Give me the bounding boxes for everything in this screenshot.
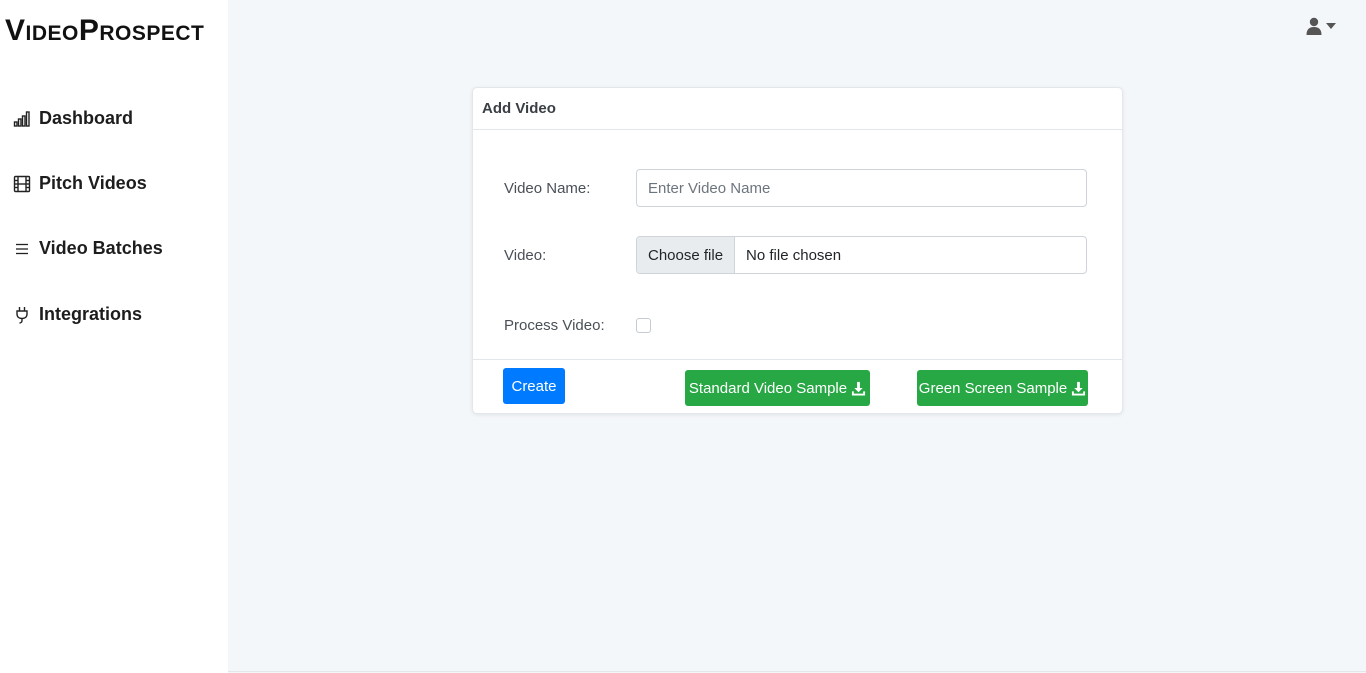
footer-divider <box>228 671 1366 672</box>
user-icon <box>1306 17 1322 35</box>
sidebar-item-video-batches[interactable]: Video Batches <box>13 238 163 259</box>
video-name-input[interactable] <box>636 169 1087 207</box>
video-file-row: Video: Choose file No file chosen <box>504 236 1087 274</box>
sidebar-item-label: Dashboard <box>39 108 134 128</box>
download-icon <box>1071 381 1086 396</box>
sidebar-item-integrations[interactable]: Integrations <box>13 304 142 325</box>
video-name-label: Video Name: <box>504 179 591 197</box>
video-file-input[interactable]: Choose file No file chosen <box>636 236 1087 274</box>
app-logo[interactable]: VIDEOPROSPECT <box>5 14 204 48</box>
create-button[interactable]: Create <box>503 368 565 404</box>
sidebar-item-dashboard[interactable]: Dashboard <box>13 108 133 129</box>
standard-video-sample-button[interactable]: Standard Video Sample <box>685 370 870 406</box>
sidebar-item-label: Integrations <box>39 304 143 324</box>
plug-icon <box>13 306 31 324</box>
process-video-row: Process Video: <box>504 317 1087 334</box>
sidebar-item-label: Video Batches <box>39 238 163 258</box>
film-icon <box>13 175 31 193</box>
green-sample-label: Green Screen Sample <box>918 379 1068 397</box>
card-footer: Create Standard Video Sample Green Scree… <box>473 359 1122 414</box>
list-icon <box>13 240 31 258</box>
download-icon <box>851 381 866 396</box>
sidebar-item-label: Pitch Videos <box>39 173 147 193</box>
choose-file-button[interactable]: Choose file <box>637 237 736 273</box>
bar-chart-icon <box>13 110 31 128</box>
card-title: Add Video <box>473 88 1122 130</box>
video-name-row: Video Name: <box>504 169 1087 207</box>
standard-sample-label: Standard Video Sample <box>688 379 848 397</box>
process-video-checkbox[interactable] <box>636 318 651 333</box>
green-screen-sample-button[interactable]: Green Screen Sample <box>917 370 1088 406</box>
caret-down-icon <box>1326 23 1336 29</box>
process-video-label: Process Video: <box>504 317 605 334</box>
file-status: No file chosen <box>746 246 842 264</box>
add-video-card: Add Video Video Name: Video: Choose file… <box>472 87 1123 414</box>
user-menu[interactable] <box>1306 17 1336 35</box>
video-label: Video: <box>504 246 547 264</box>
sidebar: VIDEOPROSPECT Dashboard Pitch Videos Vid… <box>0 0 228 673</box>
sidebar-item-pitch-videos[interactable]: Pitch Videos <box>13 173 147 194</box>
